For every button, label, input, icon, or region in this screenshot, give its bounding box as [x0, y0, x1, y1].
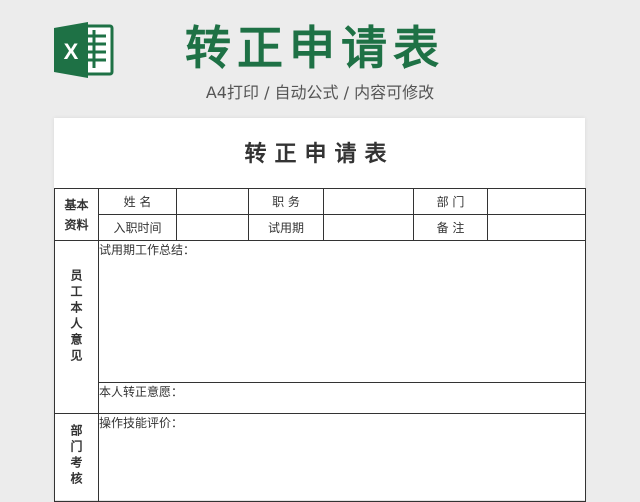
- dept-value-cell[interactable]: [487, 188, 586, 215]
- form-table: 基本 资料 姓 名 职 务 部 门 入职时间 试用期 备 注 员工本人意见 试用…: [54, 188, 586, 502]
- entry-date-label: 入职时间: [98, 214, 177, 241]
- skill-evaluation-field[interactable]: 操作技能评价：: [98, 413, 586, 502]
- probation-summary-field[interactable]: 试用期工作总结：: [98, 240, 586, 383]
- position-value-cell[interactable]: [323, 188, 414, 215]
- department-skill-row: 部门考核 操作技能评价：: [54, 413, 586, 502]
- basic-section-label-line1: 基本: [64, 197, 89, 212]
- basic-row-2: 入职时间 试用期 备 注: [55, 214, 586, 241]
- probation-value-cell[interactable]: [323, 214, 414, 241]
- department-section-text: 部门考核: [69, 424, 83, 488]
- form-title: 转正申请表: [244, 142, 395, 167]
- name-value-cell[interactable]: [176, 188, 249, 215]
- banner-subtitle: A4打印 / 自动公式 / 内容可修改: [205, 83, 435, 102]
- department-section-label: 部门考核: [54, 413, 99, 502]
- banner-title: 转正申请表: [185, 21, 445, 75]
- employee-wish-row: 本人转正意愿：: [55, 382, 586, 414]
- basic-section-label: 基本 资料: [54, 188, 99, 241]
- basic-row-1: 基本 资料 姓 名 职 务 部 门: [54, 188, 586, 241]
- employee-section-text: 员工本人意见: [69, 269, 83, 365]
- note-value-cell[interactable]: [487, 214, 586, 241]
- employee-section-label: 员工本人意见: [54, 240, 99, 414]
- form-sheet: 转正申请表 基本 资料 姓 名 职 务 部 门 入职时间 试用期 备 注 员工本…: [54, 118, 586, 502]
- probation-label: 试用期: [248, 214, 324, 241]
- excel-logo-letter: X: [64, 39, 79, 64]
- position-label: 职 务: [248, 188, 324, 215]
- regularization-wish-label: 本人转正意愿：: [99, 385, 184, 399]
- excel-logo-icon: X: [54, 22, 114, 78]
- basic-section-label-line2: 资料: [64, 217, 89, 232]
- entry-date-value-cell[interactable]: [176, 214, 249, 241]
- probation-summary-label: 试用期工作总结：: [99, 243, 196, 257]
- note-label: 备 注: [413, 214, 488, 241]
- skill-evaluation-label: 操作技能评价：: [99, 416, 184, 430]
- name-label: 姓 名: [98, 188, 177, 215]
- regularization-wish-field[interactable]: 本人转正意愿：: [98, 382, 586, 414]
- dept-label: 部 门: [413, 188, 488, 215]
- employee-summary-row: 员工本人意见 试用期工作总结：: [54, 240, 586, 414]
